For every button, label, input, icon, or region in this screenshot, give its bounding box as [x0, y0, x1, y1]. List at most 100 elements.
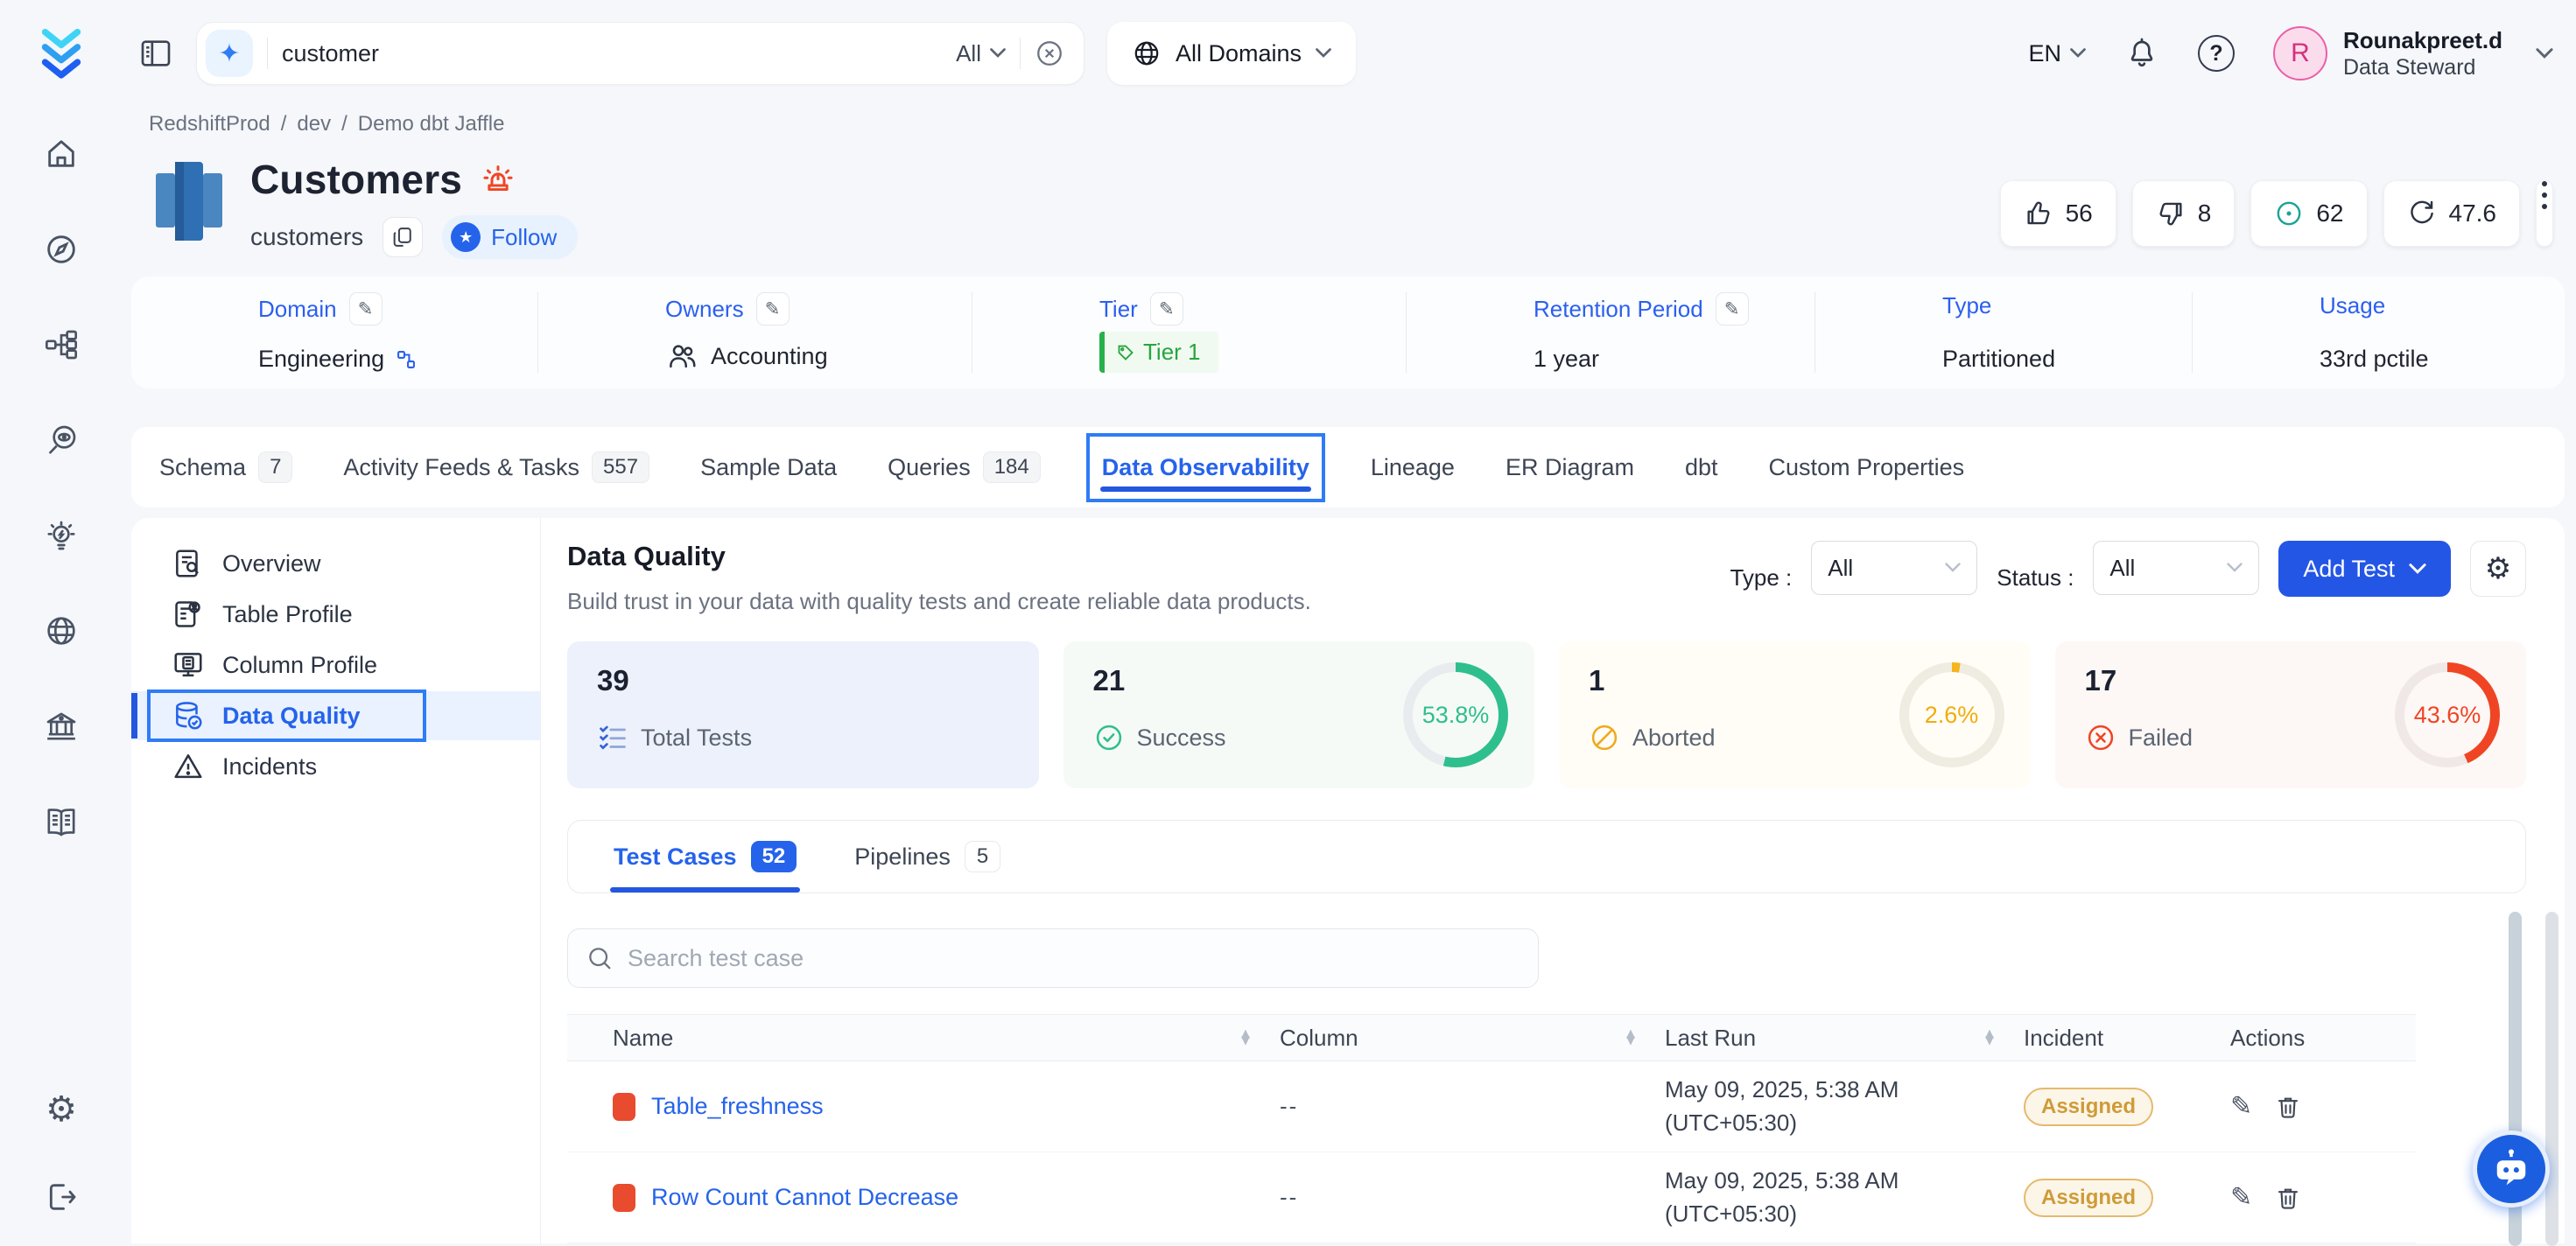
incident-badge[interactable]: Assigned [2024, 1179, 2153, 1217]
summary-cards: 39 Total Tests 21 Success 53.8% 1 [567, 641, 2526, 788]
subnav-incidents[interactable]: Incidents [131, 742, 540, 791]
tab-custom-properties[interactable]: Custom Properties [1767, 437, 1967, 499]
rail-bottom: ⚙ [44, 1092, 79, 1214]
edit-pencil-icon[interactable]: ✎ [2230, 1091, 2252, 1122]
follow-button[interactable]: ★ Follow [442, 215, 578, 259]
sort-icon[interactable]: ▲▼ [1626, 1031, 1635, 1045]
usage-value: 33rd pctile [2320, 346, 2429, 373]
incident-badge[interactable]: Assigned [2024, 1088, 2153, 1126]
observability-search-eye-icon[interactable] [44, 423, 79, 458]
glossary-book-icon[interactable] [44, 804, 79, 839]
edit-pencil-icon[interactable]: ✎ [756, 292, 790, 326]
breadcrumb-schema[interactable]: dev [297, 112, 331, 136]
add-test-button[interactable]: Add Test [2278, 541, 2451, 597]
avatar: R [2273, 26, 2327, 80]
type-label[interactable]: Type [1942, 292, 1991, 319]
delete-trash-icon[interactable] [2275, 1185, 2301, 1211]
search-input[interactable] [282, 40, 942, 67]
all-domains-button[interactable]: All Domains [1107, 22, 1356, 85]
owners-value[interactable]: Accounting [711, 343, 828, 370]
upvote-button[interactable]: 56 [2000, 180, 2116, 247]
domain-value[interactable]: Engineering [258, 346, 384, 373]
observability-panel: Overview Table Profile Column Profile Da… [131, 518, 2565, 1243]
more-actions-kebab-icon[interactable] [2536, 180, 2553, 247]
tab-lineage[interactable]: Lineage [1369, 437, 1456, 499]
notifications-bell-icon[interactable] [2124, 36, 2159, 71]
home-icon[interactable] [44, 136, 79, 172]
domain-label[interactable]: Domain [258, 296, 337, 323]
tab-schema[interactable]: Schema7 [158, 434, 294, 500]
edit-pencil-icon[interactable]: ✎ [1716, 292, 1749, 326]
card-success: 21 Success 53.8% [1063, 641, 1535, 788]
sort-icon[interactable]: ▲▼ [1985, 1031, 1994, 1045]
dq-settings-gear-icon[interactable]: ⚙ [2470, 541, 2526, 597]
edit-pencil-icon[interactable]: ✎ [2230, 1182, 2252, 1213]
tab-er-diagram[interactable]: ER Diagram [1504, 437, 1636, 499]
test-case-link[interactable]: Row Count Cannot Decrease [651, 1184, 958, 1211]
breadcrumb-connection[interactable]: RedshiftProd [149, 112, 270, 136]
user-name: Rounakpreet.d [2343, 26, 2502, 55]
breadcrumb-database[interactable]: Demo dbt Jaffle [358, 112, 505, 136]
tab-pipelines[interactable]: Pipelines 5 [854, 821, 1000, 892]
test-case-link[interactable]: Table_freshness [651, 1093, 824, 1120]
search-scope-dropdown[interactable]: All [956, 40, 1006, 67]
owners-label[interactable]: Owners [665, 296, 744, 323]
score-button[interactable]: 62 [2250, 180, 2367, 247]
sort-icon[interactable]: ▲▼ [1241, 1031, 1250, 1045]
subnav-table-profile[interactable]: Table Profile [131, 590, 540, 639]
tier-label[interactable]: Tier [1099, 296, 1138, 323]
edit-pencil-icon[interactable]: ✎ [1150, 292, 1183, 326]
copy-icon[interactable] [383, 217, 423, 257]
sidebar-toggle-icon[interactable] [138, 36, 173, 71]
user-menu[interactable]: R Rounakpreet.d Data Steward [2273, 26, 2553, 80]
delete-trash-icon[interactable] [2275, 1094, 2301, 1120]
tab-queries[interactable]: Queries184 [886, 434, 1042, 500]
metadata-owners: Owners ✎ Accounting [537, 292, 972, 373]
globe-icon[interactable] [44, 613, 79, 648]
tab-test-cases[interactable]: Test Cases 52 [614, 821, 797, 892]
tab-dbt[interactable]: dbt [1683, 437, 1720, 499]
topbar-right: EN ? R Rounakpreet.d Data Steward [2028, 26, 2553, 80]
downvote-button[interactable]: 8 [2132, 180, 2236, 247]
type-filter-select[interactable]: All [1811, 541, 1977, 595]
tab-data-observability[interactable]: Data Observability [1090, 437, 1322, 499]
ai-sparkle-icon: ✦ [206, 30, 253, 77]
table-profile-icon [172, 598, 205, 631]
test-cases-table: Name▲▼ Column▲▼ Last Run▲▼ Incident Acti… [567, 1014, 2416, 1243]
test-case-search-input[interactable] [628, 945, 1520, 972]
tab-activity-feeds[interactable]: Activity Feeds & Tasks557 [341, 434, 651, 500]
governance-bank-icon[interactable] [44, 709, 79, 744]
clear-search-icon[interactable] [1035, 38, 1064, 68]
redshift-icon [149, 156, 229, 247]
tab-sample-data[interactable]: Sample Data [698, 437, 839, 499]
refresh-icon [2407, 199, 2437, 228]
language-selector[interactable]: EN [2028, 40, 2086, 67]
lineage-flow-icon[interactable] [44, 327, 79, 362]
page-scrollbar[interactable] [2545, 912, 2558, 1246]
aborted-ring: 2.6% [1899, 662, 2004, 767]
atlan-logo-icon[interactable] [33, 24, 89, 80]
asset-name: customers [250, 223, 363, 251]
settings-gear-icon[interactable]: ⚙ [44, 1092, 79, 1127]
discover-compass-icon[interactable] [44, 232, 79, 267]
card-failed: 17 Failed 43.6% [2055, 641, 2527, 788]
divider [1020, 38, 1021, 69]
tier-badge[interactable]: Tier 1 [1099, 332, 1218, 373]
usage-label[interactable]: Usage [2320, 292, 2385, 319]
subnav-data-quality[interactable]: Data Quality [131, 691, 540, 740]
help-icon[interactable]: ? [2198, 35, 2235, 72]
section-subtitle: Build trust in your data with quality te… [567, 588, 1311, 615]
retention-label[interactable]: Retention Period [1534, 296, 1703, 323]
chatbot-button[interactable] [2473, 1130, 2550, 1208]
edit-pencil-icon[interactable]: ✎ [349, 292, 383, 326]
alert-siren-icon[interactable] [480, 161, 516, 198]
failed-ring: 43.6% [2395, 662, 2500, 767]
global-search-bar[interactable]: ✦ All [196, 22, 1084, 85]
logout-icon[interactable] [44, 1180, 79, 1214]
insights-bulb-icon[interactable] [44, 518, 79, 553]
test-case-search[interactable] [567, 928, 1539, 988]
status-filter-select[interactable]: All [2093, 541, 2259, 595]
freshness-button[interactable]: 47.6 [2383, 180, 2521, 247]
subnav-overview[interactable]: Overview [131, 539, 540, 588]
subnav-column-profile[interactable]: Column Profile [131, 640, 540, 690]
